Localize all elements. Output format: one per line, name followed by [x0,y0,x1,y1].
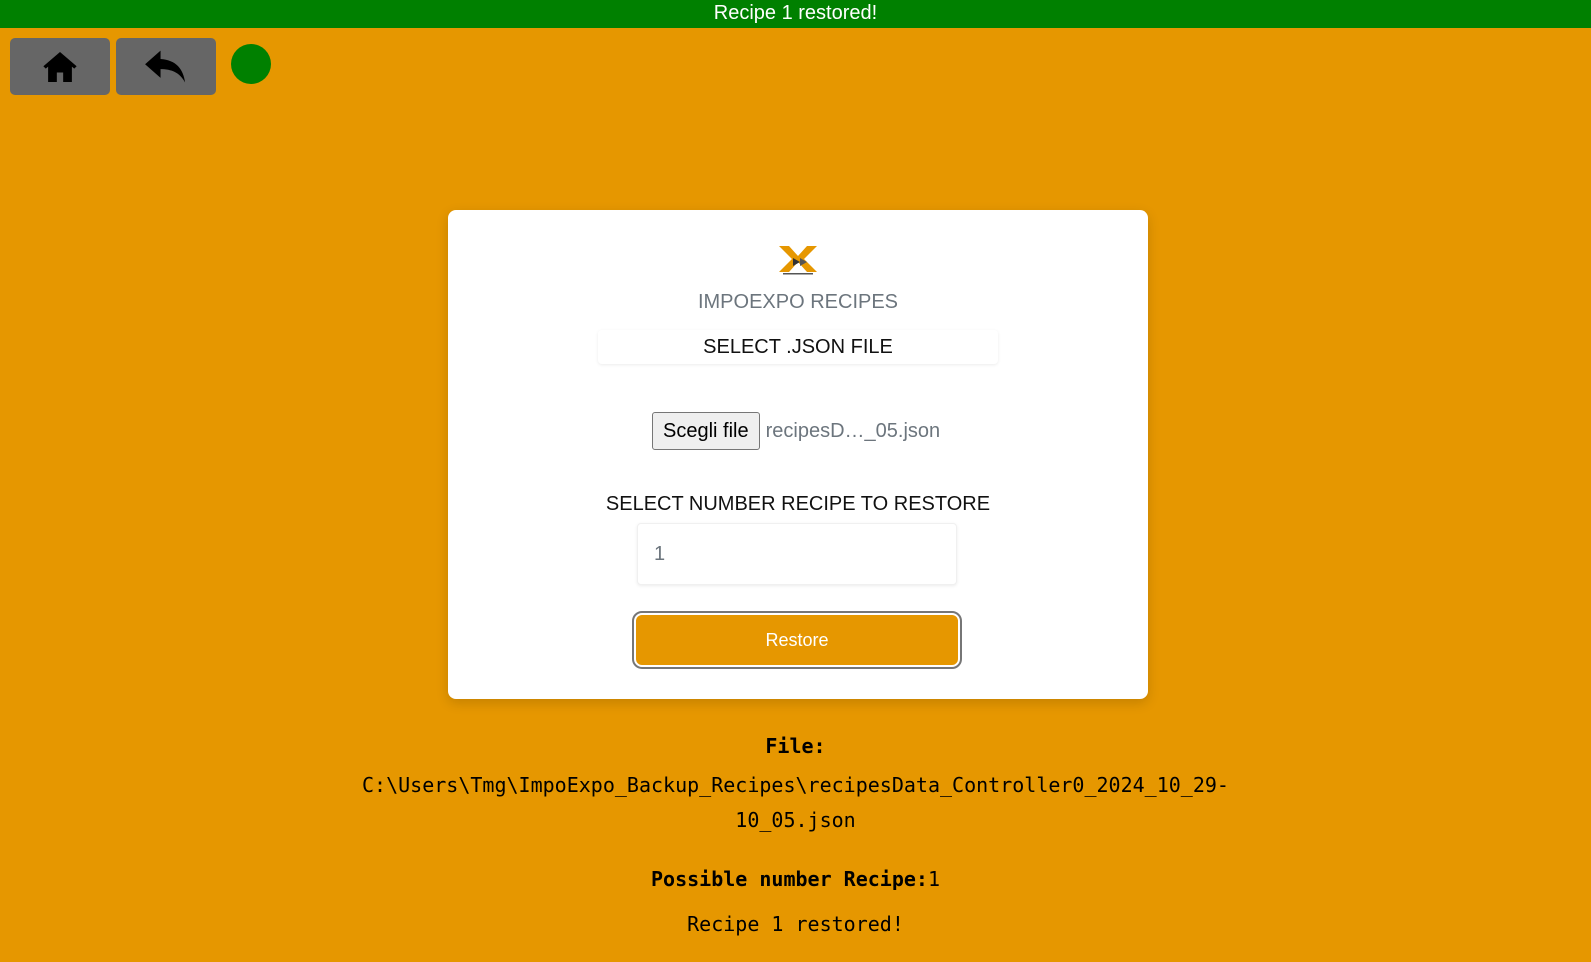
chosen-file-name: recipesD…_05.json [765,419,941,442]
back-button[interactable] [116,38,216,95]
restore-card: IMPOEXPO RECIPES SELECT .JSON FILE Scegl… [448,210,1148,699]
possible-recipe-count: Possible number Recipe:1 [0,867,1591,891]
possible-recipe-label: Possible number Recipe: [651,867,928,891]
select-file-label: SELECT .JSON FILE [598,330,998,364]
restored-message: Recipe 1 restored! [687,912,904,936]
file-picker[interactable]: Scegli file recipesD…_05.json [652,412,940,450]
home-icon [43,51,77,82]
recipe-number-input[interactable] [637,523,957,585]
recipe-number-label: SELECT NUMBER RECIPE TO RESTORE [605,493,991,515]
restore-button[interactable]: Restore [632,611,962,669]
app-title: IMPOEXPO RECIPES [697,291,899,313]
connection-status-indicator [231,44,271,84]
file-heading: File: [765,734,826,758]
reply-arrow-icon [145,50,186,82]
notification-bar: Recipe 1 restored! [0,0,1591,28]
file-path-line2: 10_05.json [735,808,856,832]
tmg-logo [779,246,817,275]
choose-file-button[interactable]: Scegli file [652,412,760,450]
home-button[interactable] [10,38,110,95]
file-path-line1: C:\Users\Tmg\ImpoExpo_Backup_Recipes\rec… [362,773,1229,797]
possible-recipe-value: 1 [927,867,940,891]
file-path: C:\Users\Tmg\ImpoExpo_Backup_Recipes\rec… [0,768,1591,838]
